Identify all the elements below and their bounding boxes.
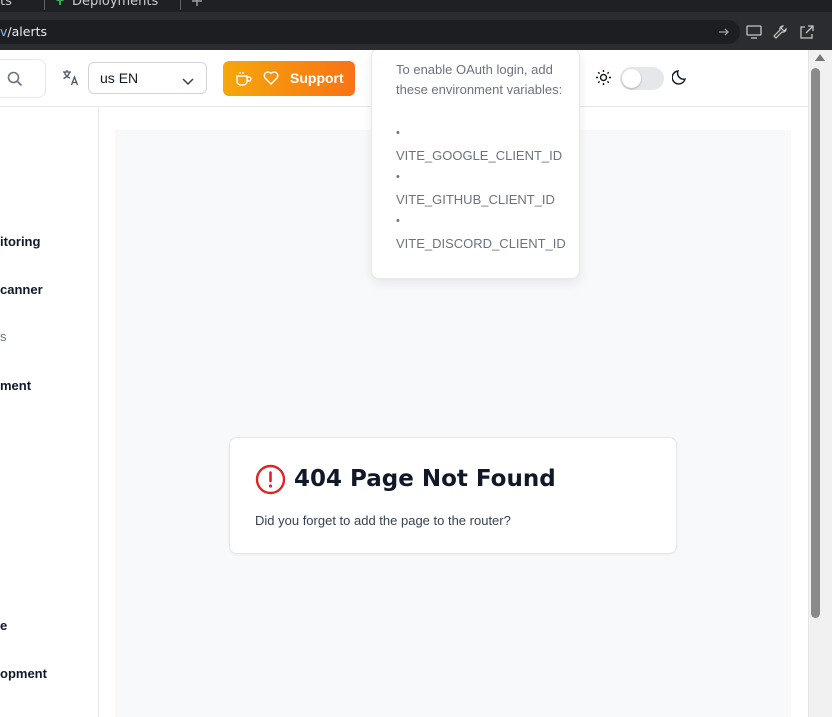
page-scrollbar[interactable] xyxy=(808,50,832,717)
env-var-discord: VITE_DISCORD_CLIENT_ID xyxy=(396,236,566,251)
search-button[interactable] xyxy=(0,59,46,98)
alert-circle-icon xyxy=(255,464,286,500)
sidebar-item-monitoring[interactable]: itoring xyxy=(0,234,40,249)
env-var-google: VITE_GOOGLE_CLIENT_ID xyxy=(396,148,563,163)
theme-toggle-knob xyxy=(622,69,641,88)
browser-toolbar: v/alerts xyxy=(0,12,832,50)
heart-icon xyxy=(263,71,279,90)
tab-separator xyxy=(180,0,181,10)
sun-icon xyxy=(595,69,612,91)
wrench-icon[interactable] xyxy=(771,23,789,41)
sidebar: itoring canner s ment e opment xyxy=(0,107,99,717)
search-icon xyxy=(7,71,23,92)
list-bullet: • xyxy=(396,171,400,183)
go-arrow-icon[interactable] xyxy=(715,23,733,41)
tab-partial-label[interactable]: ts xyxy=(0,0,12,9)
cast-screen-icon[interactable] xyxy=(745,23,763,41)
address-bar[interactable]: v/alerts xyxy=(0,20,740,44)
list-bullet: • xyxy=(396,127,400,139)
sidebar-item-partial[interactable]: s xyxy=(0,329,7,344)
page-title: 404 Page Not Found xyxy=(294,466,556,492)
support-button-label: Support xyxy=(290,70,344,86)
tab-separator xyxy=(44,0,45,10)
url-text: v/alerts xyxy=(0,24,47,39)
support-button[interactable]: Support xyxy=(223,61,355,96)
not-found-card: 404 Page Not Found Did you forget to add… xyxy=(229,437,677,554)
oauth-popover: To enable OAuth login, add these environ… xyxy=(371,50,580,279)
sidebar-item-development[interactable]: opment xyxy=(0,666,47,681)
not-found-message: Did you forget to add the page to the ro… xyxy=(255,513,511,528)
sidebar-item-scanner[interactable]: canner xyxy=(0,282,43,297)
coffee-icon xyxy=(235,71,252,91)
translate-icon xyxy=(62,69,80,91)
language-select-value: us EN xyxy=(100,70,139,86)
deployments-favicon-icon xyxy=(54,0,66,6)
oauth-intro-text: To enable OAuth login, add these environ… xyxy=(396,62,563,97)
app-viewport: us EN Support itoring canner s ment e op… xyxy=(0,50,808,717)
tab-deployments-label[interactable]: Deployments xyxy=(72,0,158,9)
scrollbar-thumb[interactable] xyxy=(811,68,820,618)
sidebar-item-management[interactable]: ment xyxy=(0,378,31,393)
language-select[interactable]: us EN xyxy=(88,62,207,94)
open-external-icon[interactable] xyxy=(797,23,815,41)
list-bullet: • xyxy=(396,215,400,227)
scroll-up-arrow-icon[interactable] xyxy=(815,54,825,61)
moon-icon xyxy=(671,69,688,90)
chevron-down-icon xyxy=(182,73,194,91)
theme-toggle[interactable] xyxy=(620,67,664,90)
env-var-github: VITE_GITHUB_CLIENT_ID xyxy=(396,192,555,207)
browser-tabstrip: ts Deployments xyxy=(0,0,832,12)
sidebar-item-partial-e[interactable]: e xyxy=(0,618,7,633)
new-tab-icon[interactable] xyxy=(188,0,206,10)
